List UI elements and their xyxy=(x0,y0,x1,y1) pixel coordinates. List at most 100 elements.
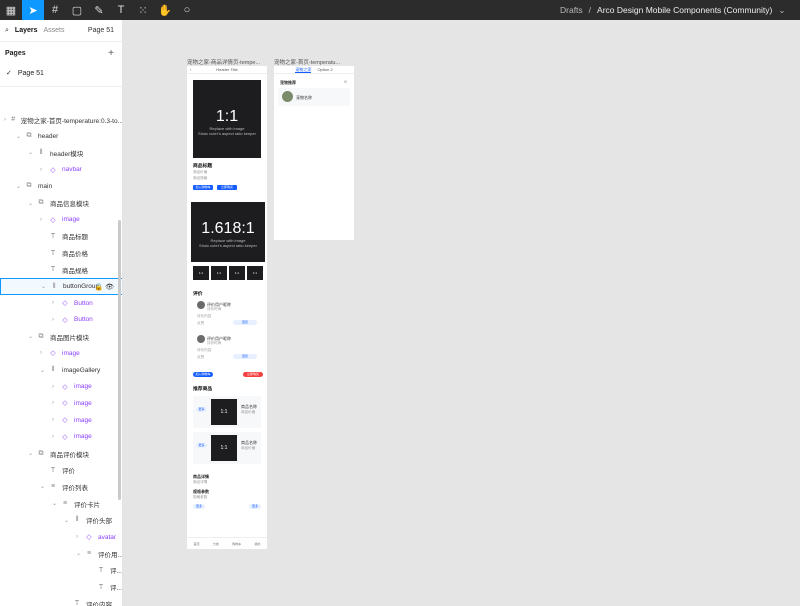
layer-row[interactable]: › ◇ image xyxy=(0,345,122,362)
layer-row[interactable]: ⌄ ≡ 评价卡片 xyxy=(0,495,122,512)
pen-tool-icon[interactable]: ✎ xyxy=(88,0,110,20)
layer-row[interactable]: › ◇ Button xyxy=(0,311,122,328)
layer-row[interactable]: ⌄ ⧉ header xyxy=(0,128,122,145)
frame-product-detail[interactable]: ‹ Header Title 1:1 Replace with image Sh… xyxy=(187,66,267,549)
rectangle-tool-icon[interactable]: ▢ xyxy=(66,0,88,20)
layer-row[interactable]: › # 宠物之家-首页-temperature:0.3-to... xyxy=(0,111,122,128)
reply-button[interactable]: 回复 xyxy=(233,354,257,359)
layer-row[interactable]: T 商品规格 xyxy=(0,261,122,278)
tab-layers[interactable]: Layers xyxy=(15,27,38,34)
home-tab-2[interactable]: Option 2 xyxy=(317,66,332,73)
tab-assets[interactable]: Assets xyxy=(44,27,65,34)
layer-row[interactable]: ⌄ ≡ 评价列表 xyxy=(0,478,122,495)
comment-tool-icon[interactable]: ○ xyxy=(176,0,198,20)
expand-caret-icon[interactable]: › xyxy=(40,350,48,356)
layer-row[interactable]: › ◇ image xyxy=(0,378,122,395)
expand-caret-icon[interactable]: ⌄ xyxy=(28,333,36,340)
layer-row[interactable]: ⌄ ⦀ 评价头部 xyxy=(0,512,122,529)
tabbar-item[interactable]: 首页 xyxy=(194,542,200,546)
lock-visibility-icon[interactable]: 🔒 👁 xyxy=(94,283,114,291)
like-action[interactable]: 点赞 xyxy=(197,355,204,360)
expand-caret-icon[interactable]: ⌄ xyxy=(28,149,36,156)
expand-caret-icon[interactable]: › xyxy=(52,384,60,390)
expand-caret-icon[interactable]: › xyxy=(52,417,60,423)
figma-menu-icon[interactable]: ▦ xyxy=(0,0,22,20)
expand-caret-icon[interactable]: ⌄ xyxy=(16,133,24,140)
layer-row[interactable]: ⌄ ⧉ 商品信息模块 xyxy=(0,195,122,212)
tag[interactable]: 更多 xyxy=(193,504,205,509)
expand-caret-icon[interactable]: › xyxy=(52,317,60,323)
frame-tool-icon[interactable]: # xyxy=(44,0,66,20)
layer-row[interactable]: T 商品标题 xyxy=(0,228,122,245)
page-selector[interactable]: Page 51 xyxy=(88,27,114,34)
layer-row[interactable]: › ◇ Button xyxy=(0,295,122,312)
layer-row[interactable]: T 评... xyxy=(0,562,122,579)
layer-row[interactable]: T 商品价格 xyxy=(0,245,122,262)
hand-tool-icon[interactable]: ✋ xyxy=(154,0,176,20)
move-tool-icon[interactable]: ➤ xyxy=(22,0,44,20)
more-icon[interactable]: ⊞ xyxy=(344,80,347,84)
breadcrumb-project[interactable]: Drafts xyxy=(560,5,583,15)
chevron-down-icon[interactable]: ⌄ xyxy=(778,5,785,16)
layer-row[interactable]: ⌄ ⦀ imageGallery xyxy=(0,362,122,379)
expand-caret-icon[interactable]: › xyxy=(52,434,60,440)
page-item[interactable]: ✓ Page 51 xyxy=(0,64,122,82)
layer-type-icon: ⦀ xyxy=(51,366,55,373)
expand-caret-icon[interactable]: ⌄ xyxy=(40,367,48,374)
expand-caret-icon[interactable]: › xyxy=(76,534,84,540)
expand-caret-icon[interactable]: › xyxy=(40,217,48,223)
expand-caret-icon[interactable]: ⌄ xyxy=(64,517,72,524)
frame-label-home[interactable]: 宠物之家-首页-temperatu... xyxy=(274,58,354,66)
expand-caret-icon[interactable]: ⌄ xyxy=(76,550,84,557)
text-tool-icon[interactable]: T xyxy=(110,0,132,20)
layer-row[interactable]: T 评... xyxy=(0,579,122,596)
layer-row[interactable]: › ◇ image xyxy=(0,395,122,412)
layer-row[interactable]: ⌄ ⧉ main xyxy=(0,178,122,195)
search-icon[interactable]: ⌕ xyxy=(5,27,9,35)
canvas[interactable]: 宠物之家-商品详情页-tempe... 宠物之家-首页-temperatu...… xyxy=(123,20,800,606)
layer-row[interactable]: ⌄ ≡ 评价用... xyxy=(0,545,123,562)
layer-row[interactable]: › ◇ avatar xyxy=(0,529,122,546)
layer-row[interactable]: T 评价内容 xyxy=(0,595,122,606)
tabbar-item[interactable]: 我的 xyxy=(254,542,260,546)
layer-row[interactable]: › ◇ navbar xyxy=(0,161,122,178)
layer-row[interactable]: › ◇ image xyxy=(0,412,122,429)
layer-row[interactable]: T 评价 xyxy=(0,462,122,479)
expand-caret-icon[interactable]: › xyxy=(40,167,48,173)
add-cart-button[interactable]: 加入购物车 xyxy=(193,185,213,190)
layer-row[interactable]: ⌄ ⧉ 商品评价模块 xyxy=(0,445,122,462)
expand-caret-icon[interactable]: › xyxy=(52,300,60,306)
expand-caret-icon[interactable]: ⌄ xyxy=(28,200,36,207)
expand-caret-icon[interactable]: ⌄ xyxy=(28,450,36,457)
layer-label: 评价内容 xyxy=(86,601,112,606)
frame-label-detail[interactable]: 宠物之家-商品详情页-tempe... xyxy=(187,58,269,66)
layer-row[interactable]: › ◇ image xyxy=(0,428,122,445)
frame-home[interactable]: 宠物之家 Option 2 宠物推荐 ⊞ 宠物名称 xyxy=(274,66,354,240)
scrollbar[interactable] xyxy=(118,220,121,500)
expand-caret-icon[interactable]: ⌄ xyxy=(16,183,24,190)
layer-label: 评价用... xyxy=(98,551,123,559)
tabbar-item[interactable]: 购物车 xyxy=(232,542,241,546)
buy-now-button[interactable]: 立即购买 xyxy=(217,185,237,190)
like-action[interactable]: 点赞 xyxy=(197,321,204,326)
expand-caret-icon[interactable]: ⌄ xyxy=(41,283,49,290)
add-page-button[interactable]: + xyxy=(108,48,114,59)
add-cart-button[interactable]: 加入购物车 xyxy=(193,372,213,377)
expand-caret-icon[interactable]: › xyxy=(52,400,60,406)
reply-button[interactable]: 回复 xyxy=(233,320,257,325)
layer-row[interactable]: ⌄ ⦀ header模块 xyxy=(0,144,122,161)
more-button[interactable]: 更多 xyxy=(196,407,207,412)
layer-row[interactable]: ⌄ ⦀ buttonGroup 🔒 👁 xyxy=(0,278,122,295)
layer-type-icon: T xyxy=(98,583,104,591)
expand-caret-icon[interactable]: ⌄ xyxy=(52,500,60,507)
layer-row[interactable]: ⌄ ⧉ 商品图片模块 xyxy=(0,328,122,345)
more-button[interactable]: 更多 xyxy=(196,443,207,448)
tag[interactable]: 更多 xyxy=(249,504,261,509)
components-tool-icon[interactable]: ⁙ xyxy=(132,0,154,20)
expand-caret-icon[interactable]: ⌄ xyxy=(40,483,48,490)
tabbar-item[interactable]: 分类 xyxy=(213,542,219,546)
home-tab-1[interactable]: 宠物之家 xyxy=(295,66,312,73)
layer-row[interactable]: › ◇ image xyxy=(0,211,122,228)
buy-now-button[interactable]: 立即购买 xyxy=(243,372,263,377)
file-name[interactable]: Arco Design Mobile Components (Community… xyxy=(597,5,772,15)
